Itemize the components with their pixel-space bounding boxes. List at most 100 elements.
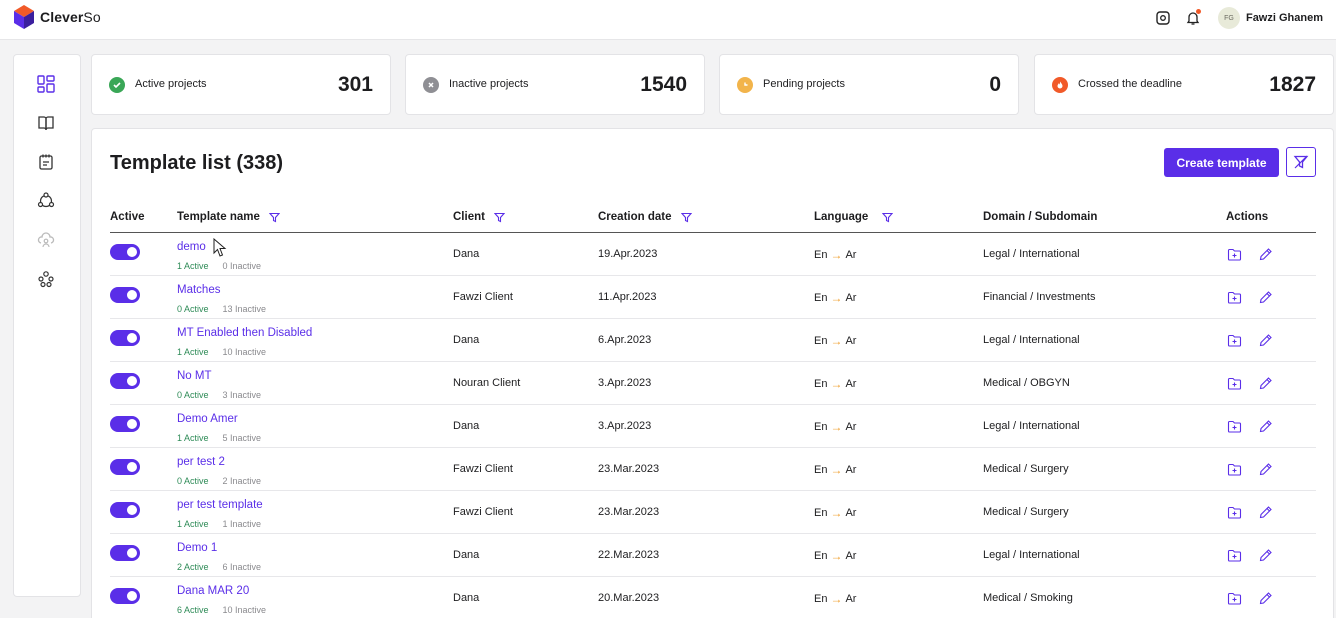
edit-pencil-icon[interactable] (1257, 504, 1273, 520)
template-name-link[interactable]: Matches (177, 284, 220, 296)
active-toggle[interactable] (110, 287, 140, 303)
mouse-cursor-icon (213, 238, 227, 257)
template-name-link[interactable]: per test 2 (177, 456, 225, 468)
active-count: 1 Active (177, 433, 209, 443)
edit-pencil-icon[interactable] (1257, 289, 1273, 305)
language-cell: En → Ar (814, 463, 856, 477)
column-creation-date[interactable]: Creation date (598, 211, 692, 223)
active-toggle[interactable] (110, 545, 140, 561)
add-to-folder-icon[interactable] (1226, 461, 1242, 477)
client-cell: Fawzi Client (453, 291, 513, 303)
filter-button[interactable] (1286, 147, 1316, 177)
source-language: En (814, 507, 828, 519)
column-client[interactable]: Client (453, 211, 505, 223)
template-name-link[interactable]: Demo Amer (177, 413, 238, 425)
language-cell: En → Ar (814, 377, 856, 391)
edit-pencil-icon[interactable] (1257, 590, 1273, 606)
active-toggle[interactable] (110, 244, 140, 260)
logo[interactable]: CleverSo (12, 4, 101, 30)
client-cell: Dana (453, 248, 480, 260)
stat-label: Active projects (135, 78, 207, 90)
add-to-folder-icon[interactable] (1226, 289, 1242, 305)
arrow-right-icon: → (830, 463, 843, 477)
inactive-count: 3 Inactive (222, 390, 262, 400)
add-to-folder-icon[interactable] (1226, 246, 1242, 262)
stat-label: Pending projects (763, 78, 845, 90)
client-cell: Dana (453, 334, 480, 346)
edit-pencil-icon[interactable] (1257, 332, 1273, 348)
client-cell: Dana (453, 592, 480, 604)
inactive-count: 2 Inactive (222, 476, 262, 486)
active-toggle[interactable] (110, 588, 140, 604)
flame-icon (1052, 77, 1068, 93)
active-count: 2 Active (177, 562, 209, 572)
edit-pencil-icon[interactable] (1257, 246, 1273, 262)
create-template-button[interactable]: Create template (1164, 148, 1279, 177)
template-name-link[interactable]: Demo 1 (177, 542, 217, 554)
active-toggle[interactable] (110, 330, 140, 346)
dashboard-icon[interactable] (35, 73, 57, 95)
edit-pencil-icon[interactable] (1257, 547, 1273, 563)
user-name[interactable]: Fawzi Ghanem (1246, 12, 1323, 24)
stat-value: 0 (989, 73, 1001, 96)
client-cell: Fawzi Client (453, 463, 513, 475)
column-filter-icon[interactable] (680, 212, 692, 223)
column-language[interactable]: Language (814, 211, 894, 223)
date-cell: 3.Apr.2023 (598, 377, 652, 389)
template-name-link[interactable]: demo (177, 241, 206, 253)
table-row: Demo 1 2 Active 6 Inactive Dana 22.Mar.20… (110, 534, 1316, 577)
table-row: Demo Amer 1 Active 5 Inactive Dana 3.Apr.… (110, 405, 1316, 448)
add-to-folder-icon[interactable] (1226, 504, 1242, 520)
source-language: En (814, 378, 828, 390)
language-cell: En → Ar (814, 334, 856, 348)
edit-pencil-icon[interactable] (1257, 461, 1273, 477)
column-filter-icon[interactable] (268, 212, 280, 223)
domain-cell: Legal / International (983, 334, 1080, 346)
add-to-folder-icon[interactable] (1226, 332, 1242, 348)
client-cell: Fawzi Client (453, 506, 513, 518)
add-to-folder-icon[interactable] (1226, 547, 1242, 563)
table-row: per test 2 0 Active 2 Inactive Fawzi Clie… (110, 448, 1316, 491)
network-icon[interactable] (35, 190, 57, 212)
active-toggle[interactable] (110, 373, 140, 389)
column-filter-icon[interactable] (493, 212, 505, 223)
book-icon[interactable] (35, 112, 57, 134)
date-cell: 6.Apr.2023 (598, 334, 652, 346)
cloud-user-icon[interactable] (35, 229, 57, 251)
target-language: Ar (845, 378, 857, 390)
column-filter-icon[interactable] (882, 212, 894, 223)
edit-pencil-icon[interactable] (1257, 375, 1273, 391)
bell-icon[interactable] (1184, 9, 1202, 27)
arrow-right-icon: → (830, 248, 843, 262)
target-language: Ar (845, 593, 857, 605)
team-icon[interactable] (35, 268, 57, 290)
x-circle-icon (423, 77, 439, 93)
settings-cog-icon[interactable] (1154, 9, 1172, 27)
column-template-name[interactable]: Template name (177, 211, 280, 223)
template-name-link[interactable]: No MT (177, 370, 212, 382)
table-header: Active Template name Client Creation dat… (110, 209, 1316, 233)
active-toggle[interactable] (110, 416, 140, 432)
active-toggle[interactable] (110, 459, 140, 475)
template-name-link[interactable]: MT Enabled then Disabled (177, 327, 312, 339)
language-cell: En → Ar (814, 506, 856, 520)
target-language: Ar (845, 421, 857, 433)
add-to-folder-icon[interactable] (1226, 418, 1242, 434)
avatar[interactable]: FG (1217, 7, 1240, 29)
stat-value: 1827 (1269, 73, 1316, 96)
arrow-right-icon: → (830, 592, 843, 606)
top-header: CleverSo FG Fawzi Ghanem (0, 0, 1336, 40)
check-circle-icon (109, 77, 125, 93)
template-name-link[interactable]: Dana MAR 20 (177, 585, 249, 597)
stat-value: 1540 (640, 73, 687, 96)
active-toggle[interactable] (110, 502, 140, 518)
inactive-count: 10 Inactive (222, 605, 267, 615)
edit-pencil-icon[interactable] (1257, 418, 1273, 434)
domain-cell: Financial / Investments (983, 291, 1096, 303)
date-cell: 3.Apr.2023 (598, 420, 652, 432)
add-to-folder-icon[interactable] (1226, 375, 1242, 391)
add-to-folder-icon[interactable] (1226, 590, 1242, 606)
notebook-icon[interactable] (35, 151, 57, 173)
template-name-link[interactable]: per test template (177, 499, 263, 511)
date-cell: 22.Mar.2023 (598, 549, 660, 561)
